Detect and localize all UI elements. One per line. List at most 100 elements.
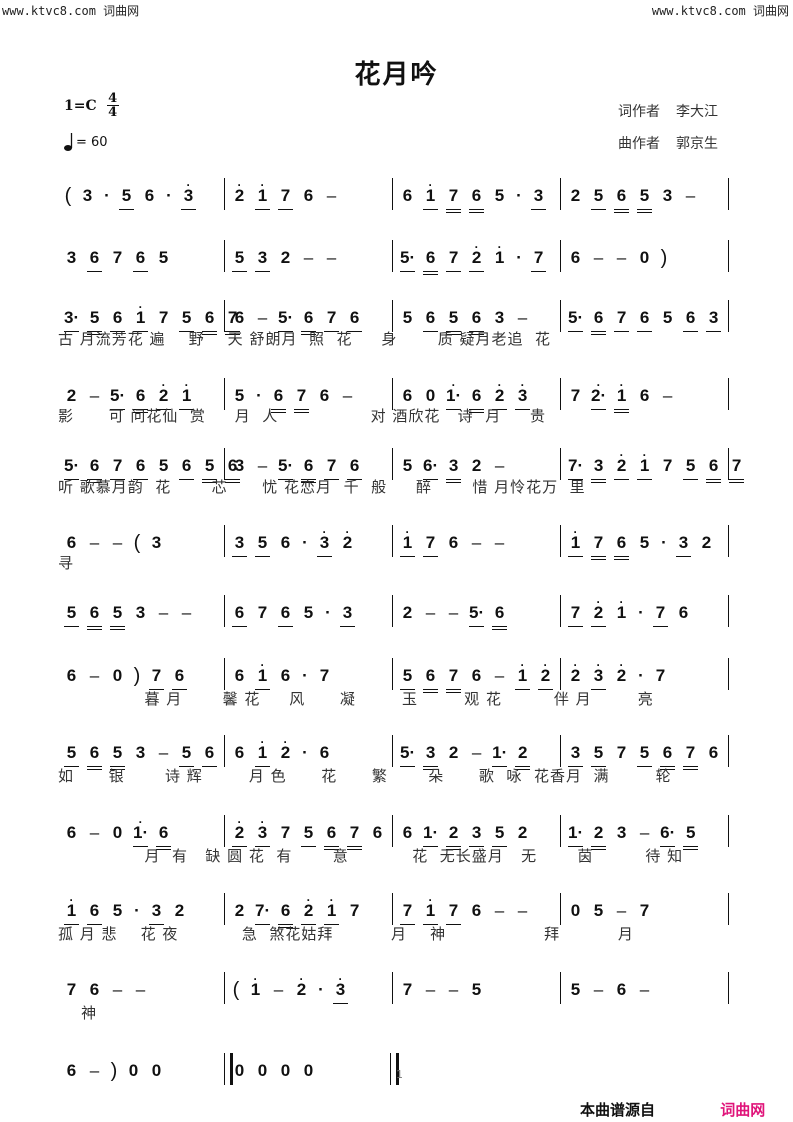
note: 7 xyxy=(257,603,268,622)
song-title: 花月吟 xyxy=(354,60,439,90)
dash: – xyxy=(257,308,268,327)
dash: – xyxy=(448,980,459,999)
note: 6 xyxy=(202,308,218,335)
note: 6 xyxy=(591,308,607,335)
note: 6 xyxy=(683,308,699,332)
barline xyxy=(224,972,225,1004)
octave-dot: · xyxy=(338,972,343,986)
note: 6 xyxy=(708,743,719,762)
note: 1· xyxy=(423,179,438,210)
repeat-paren: ( xyxy=(64,184,72,207)
repeat-paren: ) xyxy=(660,246,668,269)
measure: 5· 6 7 2 · 1 · · 7 xyxy=(400,240,554,276)
dash: – xyxy=(471,533,482,552)
note: 5 xyxy=(110,603,125,630)
augmentation-dot: · xyxy=(516,248,522,267)
note: 5 xyxy=(110,743,125,770)
note: 6 xyxy=(89,980,100,999)
measure: 2 · 1 · 7 6– xyxy=(232,178,347,214)
dash: – xyxy=(494,456,505,475)
lyric-line: 暮 月 馨 花 风 凝 玉 观 花 伴 月 亮 xyxy=(58,690,654,708)
note: 6 xyxy=(202,743,217,767)
note: 3· xyxy=(255,816,270,847)
note: 2 xyxy=(515,743,531,770)
barline xyxy=(224,893,225,925)
score-row: 6–) 0 0 0 0 0 0 xyxy=(58,1053,730,1089)
augmentation-dot: · xyxy=(166,186,172,205)
note: 6 xyxy=(156,823,172,850)
note: 5· xyxy=(278,308,294,332)
note: 6 xyxy=(324,823,339,850)
repeat-paren: ) xyxy=(110,1059,118,1082)
note: 2 xyxy=(448,743,459,762)
note: 7 xyxy=(319,666,330,685)
note: 6 xyxy=(144,186,155,205)
note: 6 xyxy=(639,386,650,405)
note: 5 xyxy=(591,186,606,210)
barline xyxy=(224,735,225,767)
barline xyxy=(560,240,561,272)
note: 3 xyxy=(706,308,722,332)
dash: – xyxy=(616,248,627,267)
augmentation-dot: · xyxy=(302,743,308,762)
note: 2 · xyxy=(614,449,630,480)
note: 2 xyxy=(174,901,185,920)
note: 6· xyxy=(423,456,439,480)
note: 6 xyxy=(469,386,485,413)
note: 3 xyxy=(340,603,355,627)
barline xyxy=(728,240,729,272)
note: 2 · xyxy=(616,658,627,685)
note: 2 xyxy=(66,386,77,405)
barline xyxy=(224,595,225,627)
measure: 7 2 · 1 · · 7 6 xyxy=(568,595,699,631)
dash: – xyxy=(593,980,604,999)
barline xyxy=(728,972,729,1004)
lyric-line: 如 银 诗 辉 月 色 花 繁 朵 歌 咏 花香月 满 轮 xyxy=(58,767,672,785)
measure: 6– –0) xyxy=(568,240,676,276)
note: 7 xyxy=(446,186,461,213)
note: 6 xyxy=(614,533,629,560)
note: 5 xyxy=(639,533,650,552)
note: 7 xyxy=(347,823,362,850)
augmentation-dot: · xyxy=(638,603,644,622)
note: 6 xyxy=(319,386,330,405)
octave-dot: · xyxy=(161,378,166,392)
dash: – xyxy=(639,823,650,842)
dash: – xyxy=(685,186,696,205)
note: 5 xyxy=(662,308,673,327)
octave-dot: · xyxy=(299,972,304,986)
note: 7 xyxy=(591,533,606,560)
note: 7 xyxy=(110,456,126,480)
watermark-right: www.ktvc8.com 词曲网 xyxy=(651,4,789,18)
barline xyxy=(224,178,225,210)
dash: – xyxy=(273,980,284,999)
note: 7 xyxy=(446,666,461,693)
barline xyxy=(392,658,393,690)
note: 5 xyxy=(471,980,482,999)
measure: (3 · 5 6 · 3 · xyxy=(64,178,204,214)
note: 3 xyxy=(469,823,485,847)
note: 5 xyxy=(591,743,606,767)
note: 6 xyxy=(87,743,102,770)
note: 2 · xyxy=(570,658,581,685)
note: 0 xyxy=(425,386,436,405)
lyric-line: 古 月流芳花 遍 野 天 舒朗月 照 花 身 质 疑月老追 花 xyxy=(58,330,552,348)
note: 1· xyxy=(255,179,270,210)
dash: – xyxy=(662,386,673,405)
note: 5 xyxy=(179,308,195,332)
barline xyxy=(560,893,561,925)
augmentation-dot: · xyxy=(661,533,667,552)
note: 1· xyxy=(614,379,630,413)
octave-dot: · xyxy=(283,735,288,749)
note: 6 xyxy=(372,823,383,842)
dash: – xyxy=(517,308,528,327)
note: 0 xyxy=(570,901,581,920)
octave-dot: · xyxy=(329,893,334,907)
octave-dot: · xyxy=(428,178,433,192)
barline xyxy=(728,595,729,627)
note: 7 xyxy=(570,386,581,405)
note: 0 xyxy=(112,666,123,685)
octave-dot: · xyxy=(306,893,311,907)
note: 6 xyxy=(303,186,314,205)
octave-dot: · xyxy=(497,378,502,392)
